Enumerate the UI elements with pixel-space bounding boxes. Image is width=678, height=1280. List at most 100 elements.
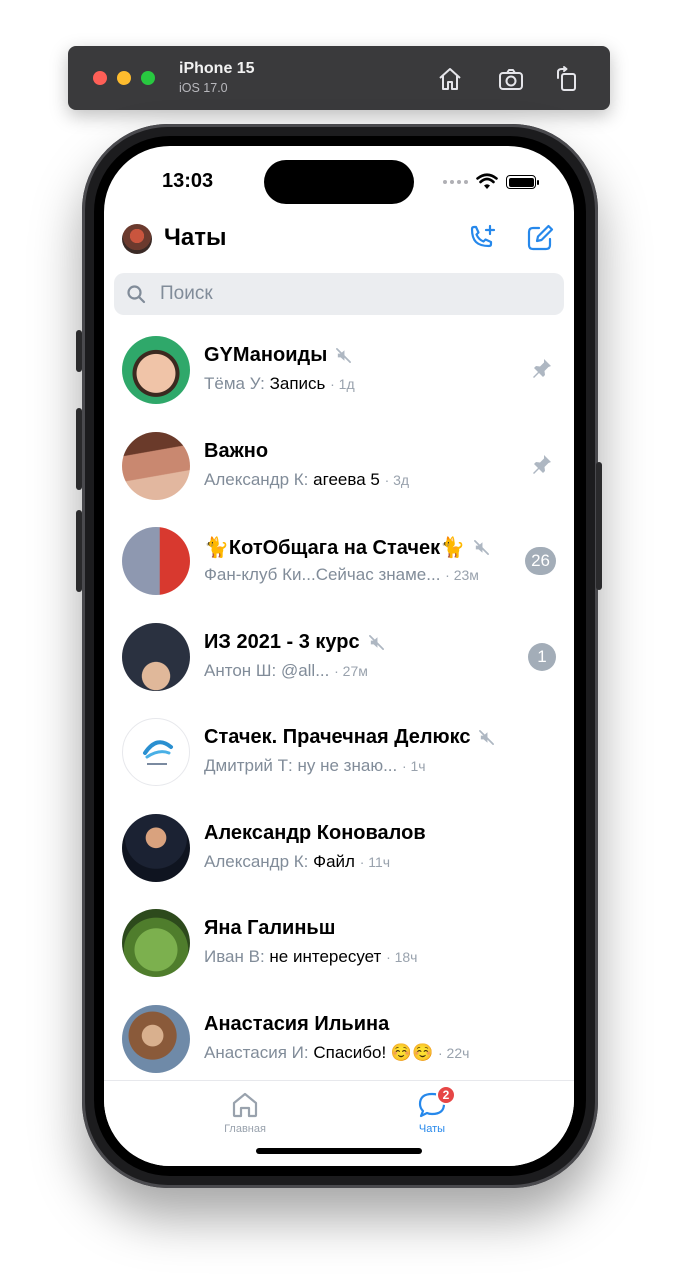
power-button (596, 462, 602, 590)
signal-icon (443, 180, 468, 184)
chat-row[interactable]: Важно Александр К: агеева 5 · 3д (104, 418, 574, 514)
tab-home[interactable]: Главная (205, 1089, 285, 1135)
chat-title: Александр Коновалов (204, 822, 426, 845)
chat-preview: Иван В: не интересует · 18ч (204, 947, 417, 967)
muted-icon (336, 348, 352, 363)
tab-chats[interactable]: 2 Чаты (392, 1085, 472, 1135)
chat-row[interactable]: GYМаноиды Тёма У: Запись · 1д (104, 322, 574, 418)
chat-time: · 1ч (401, 758, 426, 774)
chat-title: Анастасия Ильина (204, 1013, 389, 1036)
rotate-icon[interactable] (552, 64, 582, 94)
chat-avatar (122, 336, 190, 404)
muted-icon (368, 634, 384, 650)
add-call-button[interactable] (464, 220, 500, 256)
chat-message: агеева 5 (313, 469, 380, 489)
chat-title-text: GYМаноиды (204, 344, 328, 366)
chat-message: Сейчас знаме... (315, 565, 441, 584)
chat-title: GYМаноиды (204, 344, 352, 367)
chat-row[interactable]: Яна Галиньш Иван В: не интересует · 18ч (104, 895, 574, 991)
window-zoom-button[interactable] (141, 71, 155, 85)
tab-chats-label: Чаты (418, 1123, 446, 1135)
chat-title-text: 🐈КотОбщага на Стачек🐈 (204, 537, 466, 559)
chat-preview: Дмитрий Т: ну не знаю... · 1ч (204, 756, 426, 776)
wifi-icon (476, 173, 498, 189)
chat-preview: Александр К: агеева 5 · 3д (204, 470, 409, 490)
chat-title: Важно (204, 440, 268, 463)
chat-title-text: Александр Коновалов (204, 821, 426, 844)
compose-button[interactable] (522, 220, 558, 256)
search-placeholder: Поиск (160, 283, 213, 304)
chat-sender: Иван В: (204, 947, 265, 966)
chat-list: GYМаноиды Тёма У: Запись · 1д Важно Алек… (104, 322, 574, 1086)
simulator-title-bar: iPhone 15 iOS 17.0 (68, 46, 610, 110)
window-minimize-button[interactable] (117, 71, 131, 85)
chat-time: · 1д (330, 376, 355, 392)
search-icon (127, 285, 146, 304)
chat-title: Яна Галиньш (204, 917, 335, 940)
chat-row[interactable]: Стачек. Прачечная Делюкс Дмитрий Т: ну н… (104, 704, 574, 800)
window-close-button[interactable] (93, 71, 107, 85)
volume-down-button (76, 510, 82, 592)
chat-sender: Александр К: (204, 851, 309, 871)
chat-sender: Александр К: (204, 469, 309, 489)
chat-preview: Тёма У: Запись · 1д (204, 374, 355, 394)
chat-message: Запись (269, 374, 326, 393)
chat-message: ну не знаю... (297, 756, 398, 775)
chat-avatar (122, 909, 190, 977)
chat-title: Стачек. Прачечная Делюкс (204, 726, 495, 749)
chat-avatar (122, 718, 190, 786)
chat-avatar (122, 813, 190, 882)
pin-icon (533, 454, 551, 474)
profile-avatar[interactable] (122, 224, 152, 254)
search-input[interactable]: Поиск (114, 273, 564, 315)
chat-time: · 18ч (386, 949, 418, 965)
muted-icon (474, 540, 490, 555)
chat-avatar (122, 1004, 190, 1073)
screenshot-icon[interactable] (496, 64, 526, 94)
chat-time: · 23м (445, 567, 479, 583)
chat-message: не интересует (269, 947, 382, 966)
chat-preview: Фан-клуб Ки...Сейчас знаме... · 23м (204, 565, 479, 585)
chat-avatar (122, 431, 190, 500)
chat-row[interactable]: 🐈КотОбщага на Стачек🐈 Фан-клуб Ки...Сейч… (104, 513, 574, 609)
add-call-icon (470, 224, 496, 248)
phone-screen: 13:03 Чаты Поиск GYМаноиды Тёма У: Запис… (104, 146, 574, 1166)
chat-preview: Антон Ш: @all... · 27м (204, 661, 368, 681)
chat-row[interactable]: ИЗ 2021 - 3 курс Антон Ш: @all... · 27м … (104, 609, 574, 705)
compose-icon (527, 224, 554, 251)
chat-title: ИЗ 2021 - 3 курс (204, 631, 385, 654)
chat-avatar (122, 527, 190, 595)
chat-time: · 3д (384, 471, 410, 488)
device-name: iPhone 15 (179, 60, 255, 77)
chats-tab-badge: 2 (436, 1085, 456, 1105)
chat-row[interactable]: Анастасия Ильина Анастасия И: Спасибо! ☺… (104, 991, 574, 1087)
page-title: Чаты (164, 224, 227, 251)
chat-time: · 27м (334, 662, 368, 679)
unread-badge: 26 (525, 547, 556, 575)
chat-avatar (122, 622, 190, 691)
unread-badge: 1 (528, 642, 556, 671)
status-indicators (443, 172, 539, 192)
home-icon (232, 1092, 258, 1118)
battery-icon (506, 175, 539, 189)
status-time: 13:03 (162, 170, 214, 192)
chat-time: · 11ч (359, 853, 391, 870)
pin-icon (533, 359, 551, 378)
tab-home-label: Главная (224, 1123, 266, 1135)
chat-title-text: ИЗ 2021 - 3 курс (204, 630, 360, 653)
chat-message: Файл (313, 851, 355, 871)
chat-title-text: Важно (204, 439, 269, 462)
chat-sender: Тёма У: (204, 374, 265, 393)
home-icon[interactable] (435, 64, 465, 94)
chat-title-text: Анастасия Ильина (204, 1012, 390, 1035)
chat-title-text: Яна Галиньш (204, 917, 336, 939)
home-indicator[interactable] (256, 1148, 422, 1154)
action-button (76, 330, 82, 372)
chat-preview: Александр К: Файл · 11ч (204, 852, 390, 872)
chat-sender: Фан-клуб Ки... (204, 565, 316, 584)
chat-message: Спасибо! ☺️☺️ (313, 1042, 434, 1062)
chat-row[interactable]: Александр Коновалов Александр К: Файл · … (104, 800, 574, 896)
volume-up-button (76, 408, 82, 490)
chat-title: 🐈КотОбщага на Стачек🐈 (204, 535, 490, 560)
laundry-logo-icon (143, 740, 173, 765)
